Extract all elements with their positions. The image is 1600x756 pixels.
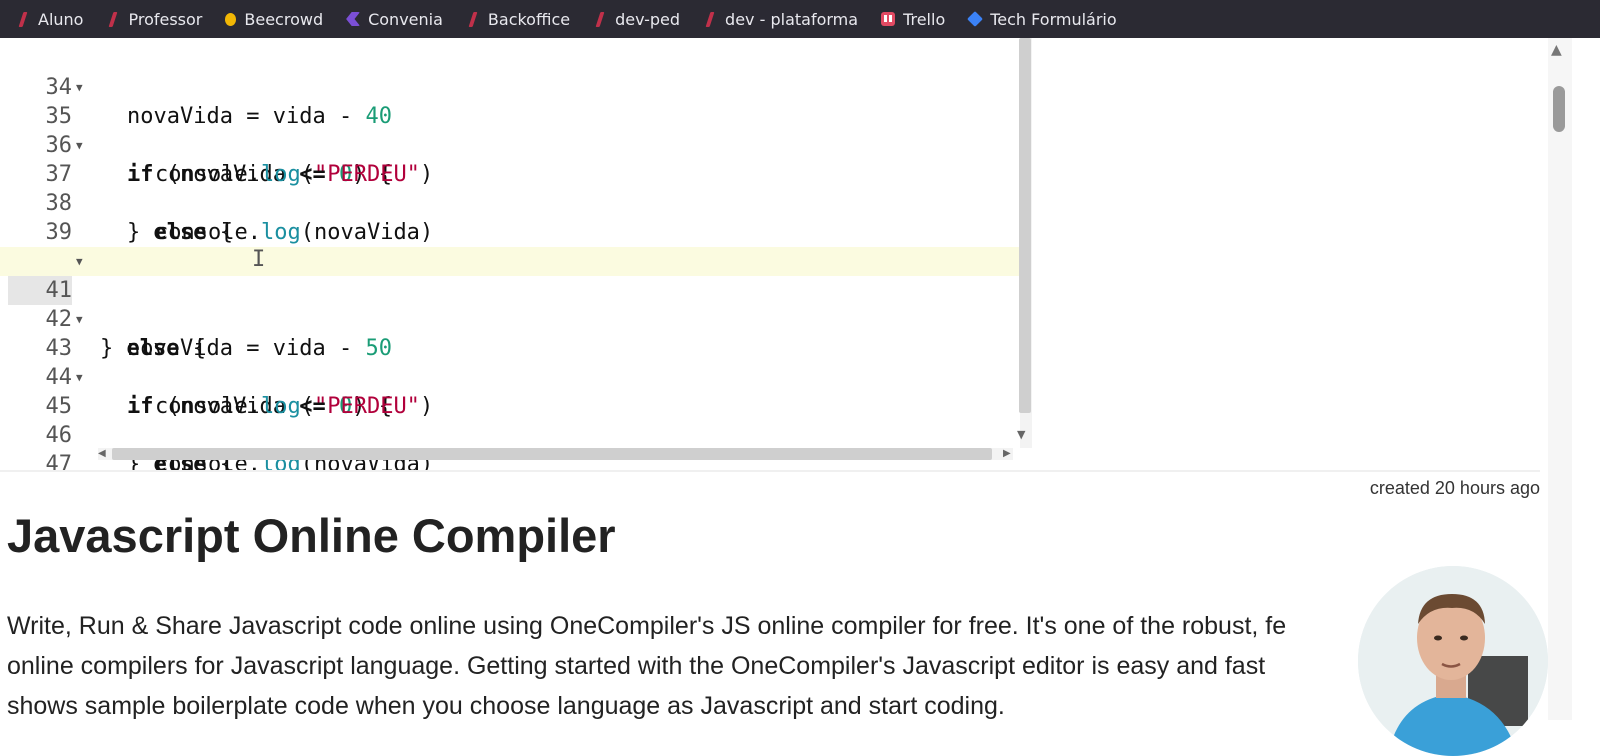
code-line-38[interactable]: 38 console.log(novaVida) — [0, 160, 1030, 245]
code-line-39[interactable]: 39 } — [0, 189, 1030, 274]
bookmark-icon — [593, 12, 607, 26]
bookmark-label: Aluno — [38, 9, 84, 29]
description-line: shows sample boilerplate code when you c… — [7, 692, 1005, 720]
bookmark-icon — [16, 12, 30, 26]
code-line-34[interactable]: 34 novaVida = vida - 40 — [0, 44, 1030, 129]
bookmark-beecrowd[interactable]: Beecrowd — [225, 10, 323, 29]
page-description: Write, Run & Share Javascript code onlin… — [7, 606, 1407, 726]
bookmark-tech-formulario[interactable]: Tech Formulário — [967, 9, 1117, 29]
convenia-icon — [346, 12, 361, 26]
description-line: online compilers for Javascript language… — [7, 652, 1266, 680]
bookmark-label: Convenia — [368, 9, 443, 29]
scroll-up-arrow-icon[interactable]: ▲ — [1551, 42, 1562, 58]
bookmark-icon — [703, 12, 717, 26]
code-editor[interactable]: 34 novaVida = vida - 40 35 ▼ if (novaVid… — [0, 38, 1035, 470]
page-scroll-thumb[interactable] — [1553, 86, 1565, 132]
text-cursor-icon: I — [252, 247, 266, 272]
output-panel — [1040, 38, 1540, 470]
bookmark-label: Trello — [903, 9, 946, 29]
bookmark-dev-ped[interactable]: dev-ped — [593, 10, 680, 29]
code-line-35[interactable]: 35 ▼ if (novaVida <= 0) { — [0, 73, 1030, 187]
code-line-45[interactable]: 45 ▼ } else { — [0, 363, 1030, 470]
code-line-37[interactable]: 37 ▼ } else { — [0, 131, 1030, 245]
fold-arrow-icon[interactable]: ▼ — [76, 73, 83, 102]
fold-arrow-icon[interactable]: ▼ — [76, 247, 83, 276]
fold-arrow-icon[interactable]: ▼ — [76, 305, 83, 334]
bookmark-convenia[interactable]: Convenia — [346, 10, 443, 29]
description-line: Write, Run & Share Javascript code onlin… — [7, 612, 1287, 640]
scroll-down-arrow-icon[interactable]: ▼ — [1017, 428, 1025, 441]
trello-icon — [881, 12, 896, 26]
page-scrollbar[interactable] — [1548, 38, 1572, 720]
code-line-44[interactable]: 44 console.log("PERDEU") — [0, 334, 1030, 419]
code-line-47[interactable]: 47 } — [0, 421, 1030, 470]
bookmark-label: Backoffice — [487, 9, 571, 29]
tech-formulario-icon — [967, 11, 984, 27]
code-line-40[interactable]: 40 — [0, 218, 1030, 274]
bookmark-label: Professor — [128, 9, 203, 29]
bookmark-icon — [106, 12, 120, 26]
code-line-36[interactable]: 36 console.log("PERDEU") — [0, 102, 1030, 187]
bookmark-professor[interactable]: Professor — [106, 10, 202, 29]
bookmark-aluno[interactable]: Aluno — [16, 10, 83, 29]
code-line-41[interactable]: 41 ▼ } else { I — [0, 247, 1030, 361]
fold-arrow-icon[interactable]: ▼ — [76, 363, 83, 392]
bookmark-label: dev-ped — [615, 9, 681, 29]
bookmark-label: dev - plataforma — [725, 9, 859, 29]
bookmark-dev-plataforma[interactable]: dev - plataforma — [703, 10, 858, 29]
editor-vertical-scroll-thumb[interactable] — [1019, 38, 1031, 413]
bookmark-label: Beecrowd — [244, 9, 324, 29]
code-line-43[interactable]: 43 ▼ if (novaVida <= 0) { — [0, 305, 1030, 419]
bookmark-trello[interactable]: Trello — [881, 10, 945, 29]
bookmark-icon — [466, 12, 480, 26]
bookmark-label: Tech Formulário — [990, 9, 1117, 29]
fold-arrow-icon[interactable]: ▼ — [76, 131, 83, 160]
bookmarks-bar: Aluno Professor Beecrowd Convenia Backof… — [0, 0, 1600, 38]
editor-horizontal-scroll-thumb[interactable] — [112, 448, 992, 460]
presenter-avatar — [1358, 566, 1548, 756]
beecrowd-icon — [225, 12, 237, 26]
webcam-overlay — [1358, 566, 1548, 756]
code-line-46[interactable]: 46 console.log(novaVida) — [0, 392, 1030, 470]
page-title: Javascript Online Compiler — [7, 509, 616, 562]
scroll-left-arrow-icon[interactable]: ◀ — [98, 448, 106, 459]
section-divider — [0, 470, 1540, 472]
created-timestamp: created 20 hours ago — [1369, 478, 1540, 498]
scroll-right-arrow-icon[interactable]: ▶ — [1003, 448, 1011, 459]
bookmark-backoffice[interactable]: Backoffice — [466, 10, 570, 29]
code-line-42[interactable]: 42 novaVida = vida - 50 — [0, 276, 1030, 361]
